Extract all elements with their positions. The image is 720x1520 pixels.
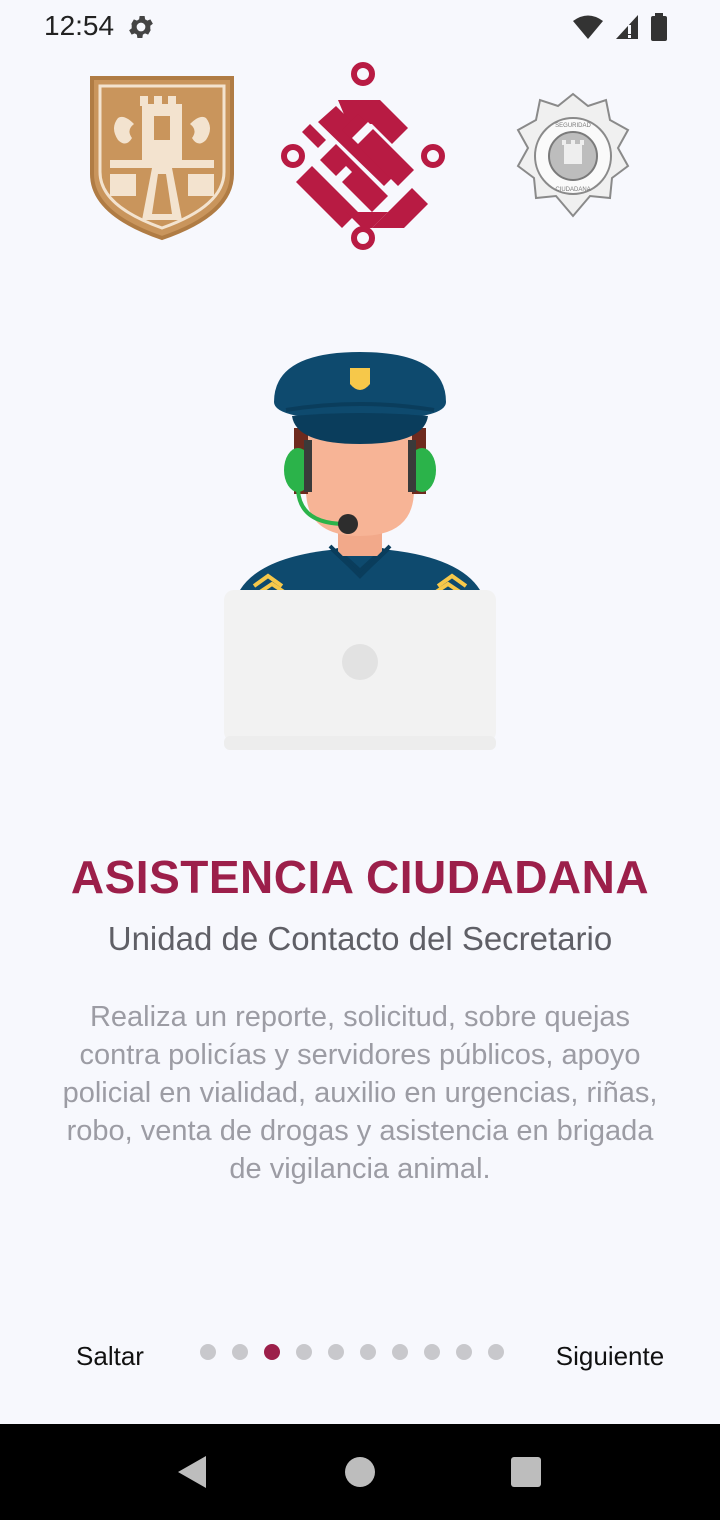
status-time: 12:54 (44, 10, 115, 41)
page-dot (488, 1344, 504, 1360)
slide-subtitle: Unidad de Contacto del Secretario (107, 920, 613, 957)
page-dot (360, 1344, 376, 1360)
cell-signal-icon (616, 15, 638, 39)
status-bar: 12:54 (0, 0, 720, 54)
wifi-icon (573, 15, 603, 39)
home-icon[interactable] (344, 1456, 376, 1488)
logo-header: SEGURIDAD CIUDADANA (0, 60, 720, 260)
back-icon[interactable] (174, 1454, 210, 1490)
police-operator-illustration (224, 352, 496, 750)
cdmx-coat-of-arms-logo (90, 76, 234, 241)
slide-description: Realiza un reporte, solicitud, sobre que… (62, 1001, 658, 1185)
page-dot (392, 1344, 408, 1360)
gear-icon (129, 16, 153, 38)
badge-text-bottom: CIUDADANA (555, 187, 590, 193)
cdmx-government-logo (281, 62, 445, 250)
battery-icon (651, 13, 667, 41)
system-nav-bar (0, 1424, 720, 1520)
page-dot (328, 1344, 344, 1360)
page-dot (200, 1344, 216, 1360)
page-dot (232, 1344, 248, 1360)
skip-button[interactable]: Saltar (50, 1334, 170, 1378)
badge-text-top: SEGURIDAD (555, 123, 591, 129)
page-dot-active (264, 1344, 280, 1360)
page-dot (456, 1344, 472, 1360)
page-dot (296, 1344, 312, 1360)
seguridad-ciudadana-badge-logo: SEGURIDAD CIUDADANA (516, 92, 630, 218)
page-indicator (200, 1344, 520, 1364)
recents-icon[interactable] (510, 1456, 542, 1488)
page-dot (424, 1344, 440, 1360)
next-button[interactable]: Siguiente (540, 1334, 680, 1378)
slide-title: ASISTENCIA CIUDADANA (70, 851, 650, 903)
